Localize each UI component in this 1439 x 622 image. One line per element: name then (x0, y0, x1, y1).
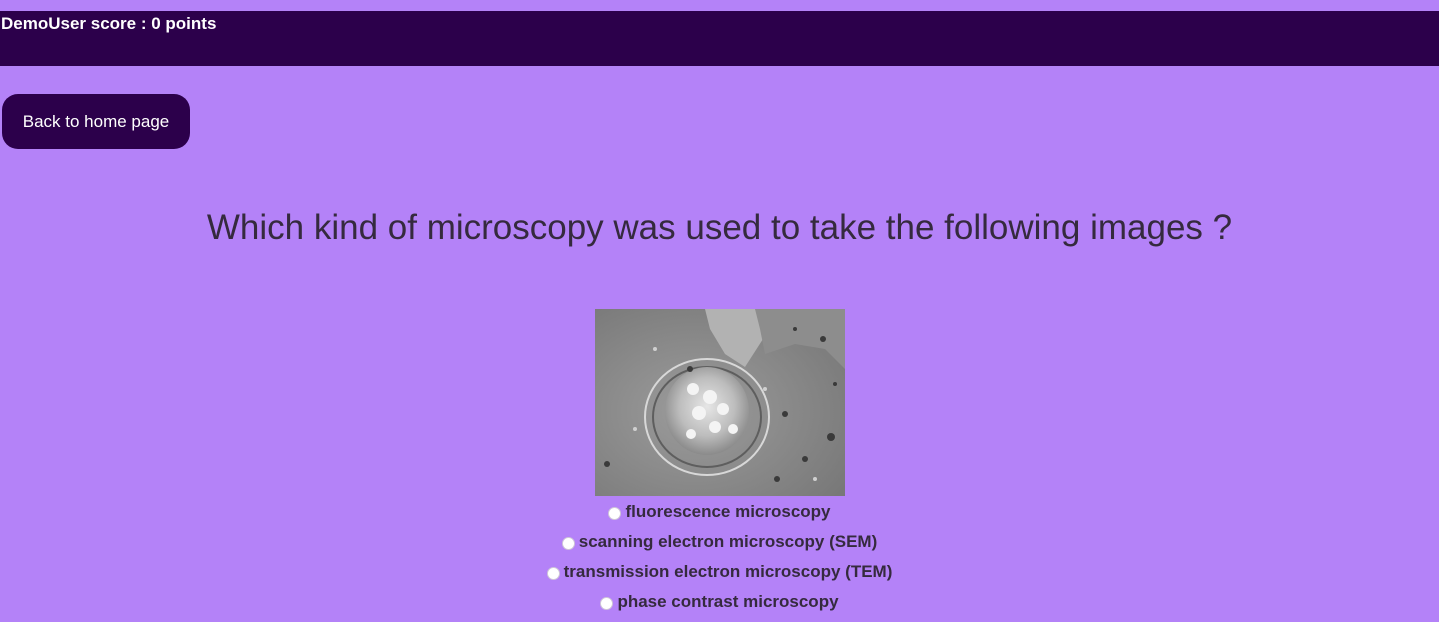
radio-button[interactable] (608, 506, 622, 520)
header-bar: DemoUser score : 0 points (0, 11, 1439, 66)
radio-button[interactable] (600, 596, 614, 610)
option-phase-contrast: phase contrast microscopy (0, 587, 1439, 617)
option-tem: transmission electron microscopy (TEM) (0, 557, 1439, 587)
option-label: scanning electron microscopy (SEM) (578, 532, 878, 551)
answer-options: fluorescence microscopy scanning electro… (0, 497, 1439, 617)
question-title: Which kind of microscopy was used to tak… (206, 208, 1233, 247)
user-score: DemoUser score : 0 points (1, 14, 217, 33)
option-label: fluorescence microscopy (625, 502, 831, 521)
option-fluorescence: fluorescence microscopy (0, 497, 1439, 527)
option-sem: scanning electron microscopy (SEM) (0, 527, 1439, 557)
radio-button[interactable] (546, 566, 560, 580)
option-label: transmission electron microscopy (TEM) (563, 562, 893, 581)
microscopy-image (595, 309, 845, 496)
radio-button[interactable] (561, 536, 575, 550)
option-label: phase contrast microscopy (617, 592, 839, 611)
back-home-button[interactable]: Back to home page (2, 94, 190, 149)
